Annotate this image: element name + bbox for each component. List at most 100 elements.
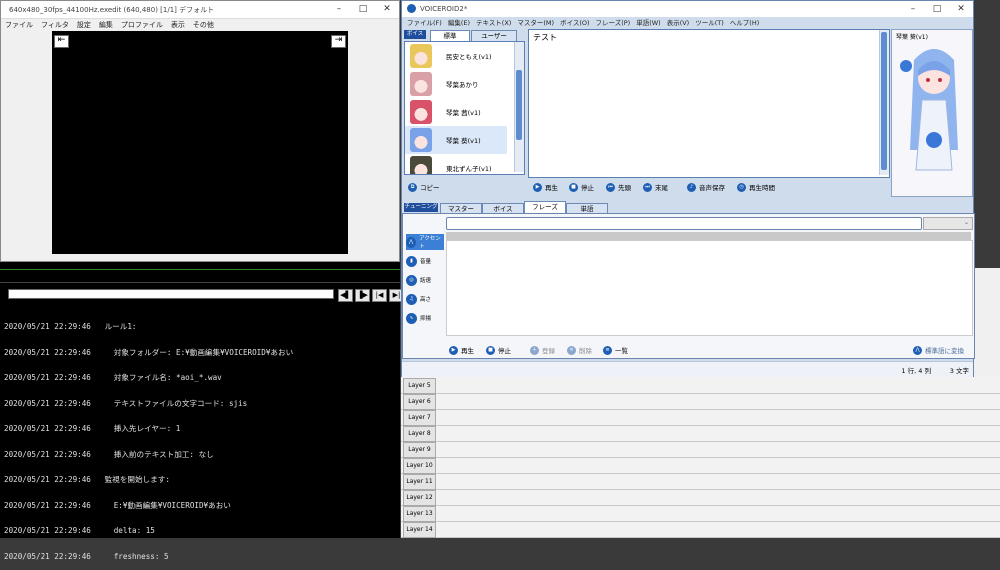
list-item[interactable]: 東北ずん子(v1) bbox=[405, 154, 507, 174]
editor-scrollbar[interactable] bbox=[879, 30, 889, 175]
layer-label[interactable]: Layer 6 bbox=[403, 394, 436, 410]
scrollbar-thumb[interactable] bbox=[516, 70, 522, 140]
layer-row[interactable]: Layer 5 bbox=[401, 377, 1000, 394]
phrase-stop-button[interactable]: ■ 停止 bbox=[486, 345, 511, 355]
menu-file[interactable]: ファイル bbox=[1, 19, 37, 31]
menu-edit[interactable]: 編集 bbox=[95, 19, 117, 31]
layer-row[interactable]: Layer 12 bbox=[401, 489, 1000, 506]
layer-row[interactable]: Layer 11 bbox=[401, 473, 1000, 490]
play-time-button[interactable]: ◷ 再生時間 bbox=[737, 182, 775, 192]
layer-row[interactable]: Layer 13 bbox=[401, 505, 1000, 522]
menu-master[interactable]: マスター(M) bbox=[514, 17, 557, 29]
maximize-icon[interactable]: □ bbox=[351, 1, 375, 18]
speed-label: 話速 bbox=[420, 278, 432, 284]
play-label: 再生 bbox=[545, 184, 558, 192]
timeline-edge bbox=[974, 268, 1000, 378]
skip-start-button[interactable]: ⏮ 先頭 bbox=[606, 182, 631, 192]
delete-button[interactable]: ✕ 削除 bbox=[567, 345, 592, 355]
menu-file[interactable]: ファイル(F) bbox=[404, 17, 445, 29]
menu-view[interactable]: 表示 bbox=[167, 19, 189, 31]
phrase-editor[interactable] bbox=[446, 240, 973, 336]
save-audio-label: 音声保存 bbox=[699, 184, 725, 192]
layer-row[interactable]: Layer 6 bbox=[401, 393, 1000, 410]
register-label: 登録 bbox=[542, 347, 555, 355]
menu-other[interactable]: その他 bbox=[189, 19, 218, 31]
menu-settings[interactable]: 設定 bbox=[73, 19, 95, 31]
layer-label[interactable]: Layer 14 bbox=[403, 522, 436, 538]
stop-button[interactable]: ■ 停止 bbox=[569, 182, 594, 192]
layer-label[interactable]: Layer 13 bbox=[403, 506, 436, 522]
layer-label[interactable]: Layer 10 bbox=[403, 458, 436, 474]
voice-list-scrollbar[interactable] bbox=[514, 42, 524, 172]
phrase-play-button[interactable]: ▶ 再生 bbox=[449, 345, 474, 355]
accent-button[interactable]: ⋀ アクセント bbox=[406, 234, 444, 250]
layer-row[interactable]: Layer 8 bbox=[401, 425, 1000, 442]
close-icon[interactable]: ✕ bbox=[949, 1, 973, 18]
editor-text[interactable]: テスト bbox=[533, 32, 557, 43]
list-item[interactable]: 琴葉 茜(v1) bbox=[405, 98, 507, 126]
layer-row[interactable]: Layer 9 bbox=[401, 441, 1000, 458]
prev-frame-button[interactable]: ◀▌ bbox=[338, 289, 353, 302]
layer-row[interactable]: Layer 7 bbox=[401, 409, 1000, 426]
video-preview: ⇤ ⇥ bbox=[52, 31, 348, 254]
layer-row[interactable]: Layer 14 bbox=[401, 521, 1000, 538]
scrollbar-thumb[interactable] bbox=[881, 32, 887, 170]
speed-button[interactable]: ◎ 話速 bbox=[406, 272, 444, 288]
menu-filter[interactable]: フィルタ bbox=[37, 19, 73, 31]
layer-label[interactable]: Layer 9 bbox=[403, 442, 436, 458]
layer-label[interactable]: Layer 12 bbox=[403, 490, 436, 506]
layer-label[interactable]: Layer 8 bbox=[403, 426, 436, 442]
pitch-button[interactable]: ♫ 高さ bbox=[406, 291, 444, 307]
menu-tools[interactable]: ツール(T) bbox=[692, 17, 727, 29]
menu-text[interactable]: テキスト(X) bbox=[473, 17, 514, 29]
minimize-icon[interactable]: – bbox=[327, 1, 351, 18]
menu-view[interactable]: 表示(V) bbox=[664, 17, 693, 29]
phrase-dropdown[interactable]: ⌄ bbox=[923, 217, 973, 230]
list-item[interactable]: 民安ともえ(v1) bbox=[405, 42, 507, 70]
register-button[interactable]: ＋登録 bbox=[530, 345, 555, 355]
seek-bar[interactable] bbox=[8, 289, 334, 299]
avatar-hair bbox=[410, 100, 432, 124]
skip-start-icon: ⏮ bbox=[606, 182, 615, 192]
menu-help[interactable]: ヘルプ(H) bbox=[727, 17, 762, 29]
menu-word[interactable]: 単語(W) bbox=[633, 17, 664, 29]
layer-label[interactable]: Layer 7 bbox=[403, 410, 436, 426]
menu-edit[interactable]: 編集(E) bbox=[445, 17, 473, 29]
next-frame-button[interactable]: ▐▶ bbox=[355, 289, 370, 302]
convert-standard-button[interactable]: ⋀ 標準語に変換 bbox=[913, 345, 964, 355]
list-item-selected[interactable]: 琴葉 葵(v1) bbox=[405, 126, 507, 154]
save-audio-button[interactable]: ♪ 音声保存 bbox=[687, 182, 725, 192]
console-log: 2020/05/21 22:29:46 ルール1: 2020/05/21 22:… bbox=[4, 306, 394, 570]
log-line: 2020/05/21 22:29:46 対象ファイル名: *aoi_*.wav bbox=[4, 373, 222, 382]
first-frame-button[interactable]: |◀ bbox=[372, 289, 387, 302]
intonation-button[interactable]: ∿ 抑揚 bbox=[406, 310, 444, 326]
list-button[interactable]: ≡ 一覧 bbox=[603, 345, 628, 355]
play-button[interactable]: ▶ 再生 bbox=[533, 182, 558, 192]
skip-end-button[interactable]: ⏭ 末尾 bbox=[643, 182, 668, 192]
voice-tag: ボイス bbox=[404, 30, 426, 39]
layer-label[interactable]: Layer 5 bbox=[403, 378, 436, 394]
jump-end-icon[interactable]: ⇥ bbox=[331, 35, 346, 48]
list-item[interactable]: 琴葉あかり bbox=[405, 70, 507, 98]
minimize-icon[interactable]: – bbox=[901, 1, 925, 18]
voiceroid-titlebar[interactable]: VOICEROID2* – □ ✕ bbox=[402, 1, 973, 17]
jump-start-icon[interactable]: ⇤ bbox=[54, 35, 69, 48]
text-editor[interactable]: テスト bbox=[528, 29, 890, 178]
menu-voice[interactable]: ボイス(O) bbox=[557, 17, 593, 29]
layer-label[interactable]: Layer 11 bbox=[403, 474, 436, 490]
menu-profile[interactable]: プロファイル bbox=[117, 19, 167, 31]
menu-phrase[interactable]: フレーズ(P) bbox=[593, 17, 634, 29]
close-icon[interactable]: ✕ bbox=[375, 1, 399, 18]
copy-button[interactable]: ⧉ コピー bbox=[408, 182, 440, 192]
timeline-layers: Layer 5 Layer 6 Layer 7 Layer 8 Layer 9 … bbox=[401, 377, 1000, 538]
layer-row[interactable]: Layer 10 bbox=[401, 457, 1000, 474]
log-line: 2020/05/21 22:29:46 ルール1: bbox=[4, 322, 137, 331]
avatar bbox=[410, 72, 432, 96]
phrase-input[interactable] bbox=[446, 217, 922, 230]
aviutl-titlebar[interactable]: 640x480_30fps_44100Hz.exedit (640,480) [… bbox=[1, 1, 399, 19]
voiceroid-title: VOICEROID2* bbox=[420, 5, 468, 13]
log-line: 2020/05/21 22:29:46 対象フォルダー: E:¥動画編集¥VOI… bbox=[4, 347, 294, 357]
maximize-icon[interactable]: □ bbox=[925, 1, 949, 18]
pitch-label: 高さ bbox=[420, 297, 432, 303]
volume-button[interactable]: ▮ 音量 bbox=[406, 253, 444, 269]
